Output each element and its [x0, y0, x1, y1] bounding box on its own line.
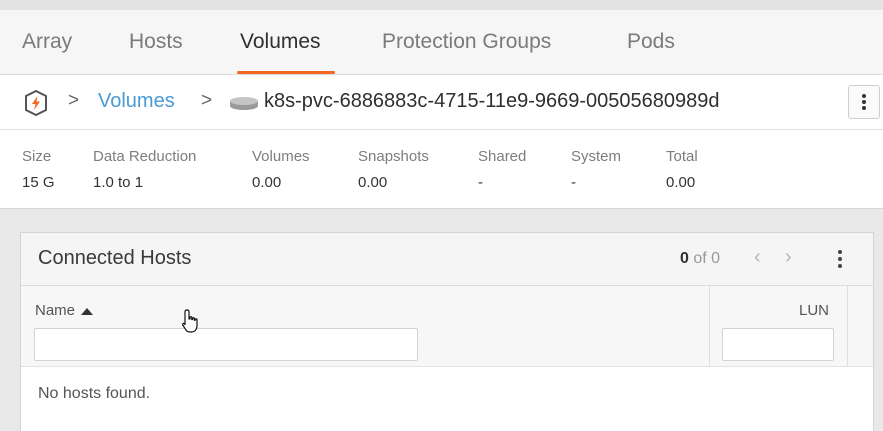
column-header-lun[interactable]: LUN	[799, 302, 829, 319]
volume-name: k8s-pvc-6886883c-4715-11e9-9669-00505680…	[264, 90, 720, 112]
stat-value: 0.00	[252, 174, 282, 191]
column-divider	[847, 286, 848, 366]
stat-size: Size 15 G	[22, 148, 55, 191]
main-tabs: Array Hosts Volumes Protection Groups Po…	[0, 10, 883, 75]
stat-volumes: Volumes 0.00	[252, 148, 310, 191]
column-name-label: Name	[35, 302, 76, 319]
stat-label: Size	[22, 148, 52, 165]
pager-total: of 0	[693, 250, 721, 267]
pager-count: 0 of 0	[680, 250, 720, 268]
stat-value: -	[478, 174, 483, 191]
panel-header: Connected Hosts 0 of 0 ‹ ›	[21, 233, 873, 286]
stat-label: System	[571, 148, 622, 165]
kebab-icon	[838, 247, 842, 271]
stat-shared: Shared -	[478, 148, 526, 191]
array-shield-icon[interactable]	[22, 89, 50, 117]
table-header: Name LUN	[21, 286, 873, 367]
breadcrumb: > Volumes > k8s-pvc-6886883c-4715-11e9-9…	[0, 75, 883, 130]
empty-state-text: No hosts found.	[38, 385, 151, 402]
chevron-right-icon[interactable]: ›	[785, 246, 792, 269]
window-top-strip	[0, 0, 883, 10]
chevron-left-icon[interactable]: ‹	[754, 246, 761, 269]
stat-value: 0.00	[666, 174, 696, 191]
panel-actions-kebab-button[interactable]	[833, 247, 847, 271]
volume-actions-kebab-button[interactable]	[848, 85, 880, 119]
volume-stats-bar: Size 15 G Data Reduction 1.0 to 1 Volume…	[0, 130, 883, 209]
tab-pods[interactable]: Pods	[627, 10, 675, 74]
stat-value: -	[571, 174, 576, 191]
column-divider	[709, 286, 710, 366]
sort-ascending-icon	[81, 307, 94, 315]
tab-array[interactable]: Array	[22, 10, 72, 74]
name-filter-input[interactable]	[34, 328, 418, 361]
stat-label: Shared	[478, 148, 527, 165]
active-tab-indicator	[237, 71, 335, 74]
breadcrumb-separator: >	[68, 90, 80, 111]
breadcrumb-volumes-link[interactable]: Volumes	[98, 90, 175, 113]
stat-label: Data Reduction	[93, 148, 197, 165]
hand-cursor-icon	[182, 309, 198, 333]
stat-value: 15 G	[22, 174, 55, 191]
stat-value: 0.00	[358, 174, 388, 191]
stat-label: Volumes	[252, 148, 310, 165]
tab-volumes[interactable]: Volumes	[240, 10, 321, 74]
breadcrumb-separator: >	[201, 90, 213, 111]
stat-system: System -	[571, 148, 621, 191]
stat-value: 1.0 to 1	[93, 174, 144, 191]
volume-disk-icon	[229, 95, 259, 111]
stat-label: Total	[666, 148, 698, 165]
stat-label: Snapshots	[358, 148, 429, 165]
column-header-name[interactable]: Name	[35, 302, 94, 319]
tab-protection-groups[interactable]: Protection Groups	[382, 10, 551, 74]
stat-snapshots: Snapshots 0.00	[358, 148, 429, 191]
stat-data-reduction: Data Reduction 1.0 to 1	[93, 148, 196, 191]
connected-hosts-panel: Connected Hosts 0 of 0 ‹ › Name LUN No h…	[20, 232, 874, 431]
tab-hosts[interactable]: Hosts	[129, 10, 183, 74]
pager-current: 0	[680, 250, 689, 267]
kebab-icon	[862, 92, 866, 112]
panel-title: Connected Hosts	[38, 247, 192, 269]
lun-filter-input[interactable]	[722, 328, 834, 361]
stat-total: Total 0.00	[666, 148, 698, 191]
